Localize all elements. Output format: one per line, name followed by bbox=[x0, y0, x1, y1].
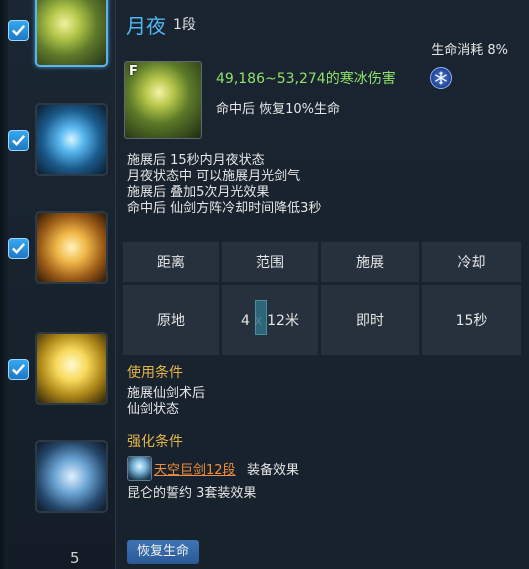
golden-sword-skill-icon[interactable] bbox=[35, 211, 108, 284]
skill-checkbox-4[interactable] bbox=[8, 359, 29, 380]
description-line: 施展后 叠加5次月光效果 bbox=[127, 185, 270, 200]
heal-tag-badge: 恢复生命 bbox=[127, 540, 200, 564]
checkmark-icon bbox=[12, 135, 26, 147]
skill-main-icon: F bbox=[124, 61, 202, 139]
snowflake-icon bbox=[430, 67, 452, 89]
crossed-swords-skill-icon[interactable] bbox=[35, 332, 108, 405]
skill-checkbox-1[interactable] bbox=[8, 20, 29, 41]
description-line: 施展后 15秒内月夜状态 bbox=[127, 153, 265, 168]
on-hit-heal-text: 命中后 恢复10%生命 bbox=[216, 102, 341, 117]
skill-tooltip: 月夜 1段 生命消耗 8% F 49,186~53,274的寒冰伤害 命中后 恢… bbox=[115, 0, 529, 569]
skill-checkbox-3[interactable] bbox=[8, 238, 29, 259]
skill-name: 月夜 bbox=[126, 14, 166, 38]
stat-value-cast: 即时 bbox=[321, 285, 419, 355]
stat-header-distance: 距离 bbox=[123, 242, 219, 282]
skill-row-3[interactable] bbox=[0, 210, 115, 310]
skill-row-4[interactable] bbox=[0, 330, 115, 430]
hotkey-label: F bbox=[129, 64, 138, 79]
description-line: 月夜状态中 可以施展月光剑气 bbox=[127, 169, 301, 184]
gear-link[interactable]: 天空巨剑12段 bbox=[154, 459, 236, 478]
skill-row-1[interactable] bbox=[0, 0, 115, 100]
frost-sword-skill-icon[interactable] bbox=[35, 103, 108, 176]
skill-row-2[interactable] bbox=[0, 100, 115, 200]
greatsword-item-icon bbox=[127, 456, 152, 481]
skill-description: 施展后 15秒内月夜状态 月夜状态中 可以施展月光剑气 施展后 叠加5次月光效果… bbox=[127, 153, 321, 217]
ice-sword-skill-icon[interactable] bbox=[35, 440, 108, 513]
set-effect-text: 昆仑的誓约 3套装效果 bbox=[127, 486, 257, 501]
description-line: 命中后 仙剑方阵冷却时间降低3秒 bbox=[127, 201, 322, 216]
skill-rank: 1段 bbox=[173, 17, 196, 33]
moon-sword-skill-icon[interactable] bbox=[35, 0, 108, 67]
use-condition-line: 仙剑状态 bbox=[127, 402, 180, 417]
use-condition-line: 施展仙剑术后 bbox=[127, 386, 206, 401]
range-indicator-marker bbox=[255, 300, 267, 335]
stats-table: 距离 范围 施展 冷却 原地 4 x 12米 即时 15秒 bbox=[123, 242, 521, 355]
skill-checkbox-2[interactable] bbox=[8, 130, 29, 151]
skill-count-label: 5 bbox=[70, 549, 80, 567]
hp-cost: 生命消耗 8% bbox=[431, 43, 508, 58]
stat-header-range: 范围 bbox=[222, 242, 318, 282]
checkmark-icon bbox=[12, 364, 26, 376]
checkmark-icon bbox=[12, 243, 26, 255]
checkmark-icon bbox=[12, 25, 26, 37]
stat-value-distance: 原地 bbox=[123, 285, 219, 355]
enhance-condition-title: 强化条件 bbox=[127, 434, 183, 450]
stat-value-cooldown: 15秒 bbox=[422, 285, 521, 355]
use-condition-title: 使用条件 bbox=[127, 365, 183, 381]
damage-text: 49,186~53,274的寒冰伤害 bbox=[216, 71, 396, 87]
stat-header-cooldown: 冷却 bbox=[422, 242, 521, 282]
stat-header-cast: 施展 bbox=[321, 242, 419, 282]
skill-row-5[interactable] bbox=[0, 440, 115, 540]
skill-list-panel: 5 bbox=[0, 0, 115, 569]
stat-value-range: 4 x 12米 bbox=[222, 285, 318, 355]
gear-effect-suffix: 装备效果 bbox=[247, 463, 300, 478]
